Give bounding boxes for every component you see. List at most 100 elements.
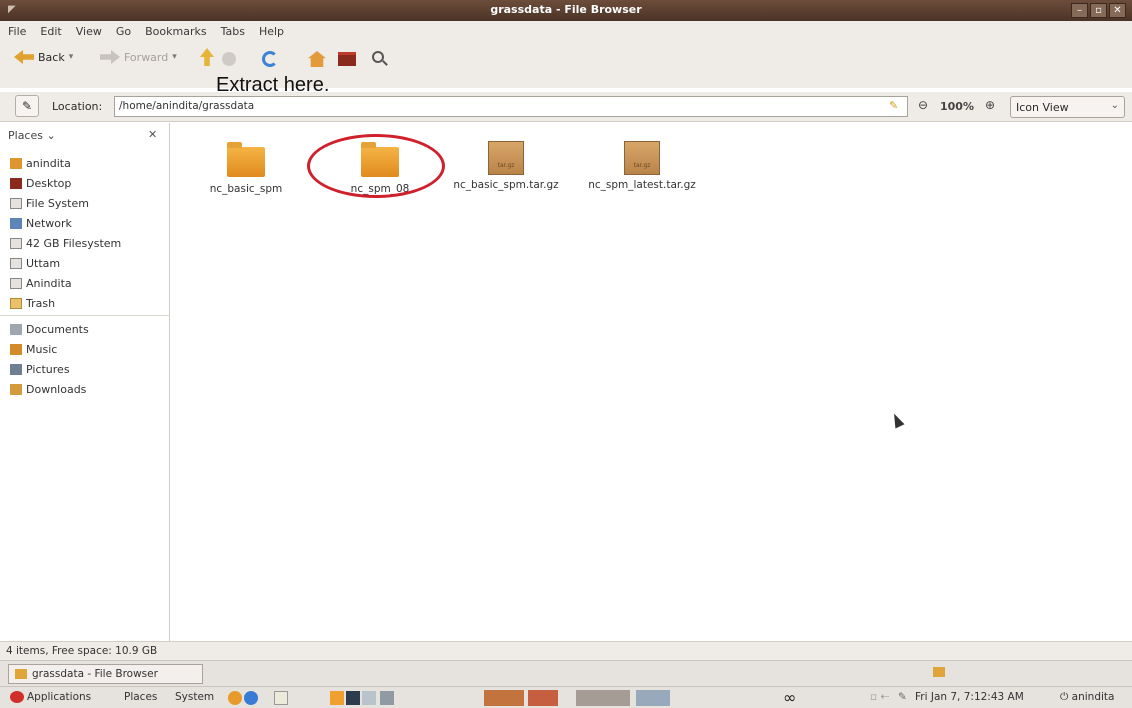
reload-button[interactable]: [262, 51, 278, 67]
launcher-app-1-icon[interactable]: [484, 690, 524, 706]
menu-go[interactable]: Go: [116, 25, 131, 38]
sidebar-divider: [0, 315, 170, 316]
forward-arrow-icon: [100, 50, 120, 64]
back-label: Back: [38, 50, 65, 64]
menu-help[interactable]: Help: [259, 25, 284, 38]
minimize-icon[interactable]: –: [1071, 3, 1088, 18]
chevron-down-icon: ⌄: [1110, 100, 1119, 111]
launcher-app-4-icon[interactable]: [636, 690, 670, 706]
gnome-foot-icon: [10, 691, 24, 703]
home-icon: [308, 51, 326, 67]
zoom-in-icon[interactable]: ⊕: [985, 98, 995, 112]
places-menu[interactable]: Places: [124, 691, 157, 703]
sidebar-item-pictures[interactable]: Pictures: [10, 359, 165, 379]
file-item-archive[interactable]: tar.gz nc_spm_latest.tar.gz: [577, 141, 707, 191]
folder-icon: [227, 142, 265, 177]
drive-icon: [10, 257, 22, 269]
sidebar-item-anindita-drive[interactable]: Anindita: [10, 273, 165, 293]
forward-button[interactable]: Forward ▾: [100, 50, 177, 64]
archive-icon: tar.gz: [624, 141, 660, 175]
terminal-icon[interactable]: [346, 691, 360, 705]
launcher-app-2-icon[interactable]: [528, 690, 558, 706]
maximize-icon[interactable]: ▫: [1090, 3, 1107, 18]
menu-tabs[interactable]: Tabs: [221, 25, 245, 38]
sidebar-item-label: Desktop: [26, 176, 72, 190]
computer-button[interactable]: [338, 52, 356, 66]
sidebar-item-42gb-filesystem[interactable]: 42 GB Filesystem: [10, 233, 165, 253]
menu-bar: File Edit View Go Bookmarks Tabs Help: [0, 21, 1132, 42]
search-icon: [372, 51, 384, 63]
close-sidebar-icon[interactable]: ✕: [148, 128, 157, 141]
clock[interactable]: Fri Jan 7, 7:12:43 AM: [915, 691, 1024, 703]
sidebar-item-music[interactable]: Music: [10, 339, 165, 359]
home-button[interactable]: [308, 51, 326, 67]
up-arrow-icon: [200, 48, 214, 66]
sidebar-item-documents[interactable]: Documents: [10, 319, 165, 339]
zoom-level[interactable]: 100%: [940, 100, 974, 113]
stop-button[interactable]: [222, 52, 236, 66]
notes-icon[interactable]: ✎: [898, 691, 907, 703]
calculator-icon[interactable]: [380, 691, 394, 705]
sidebar-item-label: File System: [26, 196, 89, 210]
menu-bookmarks[interactable]: Bookmarks: [145, 25, 206, 38]
firefox-icon[interactable]: [228, 691, 242, 705]
infinity-icon[interactable]: ∞: [783, 688, 796, 707]
archive-badge: tar.gz: [497, 162, 515, 169]
up-button[interactable]: [200, 48, 214, 66]
file-name: nc_basic_spm.tar.gz: [453, 179, 559, 191]
location-input[interactable]: /home/anindita/grassdata: [114, 96, 908, 117]
menu-view[interactable]: View: [76, 25, 102, 38]
forward-label: Forward: [124, 50, 169, 64]
window-controls: – ▫ ✕: [1071, 3, 1126, 18]
file-manager-icon[interactable]: [330, 691, 344, 705]
music-icon: [10, 343, 22, 355]
file-view: nc_basic_spm nc_spm_08 tar.gz nc_basic_s…: [171, 123, 1132, 641]
user-switcher[interactable]: ⏻ anindita: [1060, 691, 1114, 704]
sidebar-item-uttam[interactable]: Uttam: [10, 253, 165, 273]
sidebar-item-network[interactable]: Network: [10, 213, 165, 233]
toggle-location-button[interactable]: ✎: [15, 95, 39, 117]
places-dropdown[interactable]: Places ⌄: [8, 129, 56, 142]
file-item-archive[interactable]: tar.gz nc_basic_spm.tar.gz: [441, 141, 571, 191]
menu-file[interactable]: File: [8, 25, 26, 38]
location-bar: ✎ Location: /home/anindita/grassdata ✎ ⊖…: [0, 92, 1132, 122]
folder-icon[interactable]: [933, 667, 945, 677]
close-icon[interactable]: ✕: [1109, 3, 1126, 18]
location-label: Location:: [52, 100, 103, 113]
taskbar-window-button[interactable]: grassdata - File Browser: [8, 664, 203, 684]
sidebar-item-file-system[interactable]: File System: [10, 193, 165, 213]
forward-history-dropdown-icon[interactable]: ▾: [172, 52, 177, 62]
back-button[interactable]: Back ▾: [14, 50, 73, 64]
home-folder-icon: [10, 157, 22, 169]
places-header-label: Places: [8, 129, 43, 142]
sidebar-item-label: Network: [26, 216, 72, 230]
view-mode-value: Icon View: [1016, 101, 1069, 114]
sidebar-item-desktop[interactable]: Desktop: [10, 173, 165, 193]
gnome-panel: Applications Places System ∞ ▫ ⇠ ✎ Fri J…: [0, 686, 1132, 708]
clear-location-icon[interactable]: ✎: [889, 99, 898, 112]
sidebar-item-trash[interactable]: Trash: [10, 293, 165, 313]
back-history-dropdown-icon[interactable]: ▾: [69, 52, 74, 62]
system-menu[interactable]: System: [175, 691, 214, 703]
applications-label: Applications: [27, 691, 92, 703]
sidebar-item-label: Music: [26, 342, 58, 356]
network-icon: [10, 217, 22, 229]
network-indicator-icon[interactable]: ▫ ⇠: [870, 691, 889, 703]
menu-edit[interactable]: Edit: [40, 25, 61, 38]
stop-icon: [222, 52, 236, 66]
applications-menu[interactable]: Applications: [10, 691, 91, 703]
text-editor-icon[interactable]: [274, 691, 288, 705]
drive-icon: [10, 237, 22, 249]
desktop-icon: [10, 177, 22, 189]
zoom-out-icon[interactable]: ⊖: [918, 98, 928, 112]
sidebar-item-downloads[interactable]: Downloads: [10, 379, 165, 399]
view-mode-select[interactable]: Icon View ⌄: [1010, 96, 1125, 118]
launcher-app-3-icon[interactable]: [576, 690, 630, 706]
help-icon[interactable]: [244, 691, 258, 705]
file-item-folder[interactable]: nc_basic_spm: [181, 142, 311, 195]
search-button[interactable]: [372, 51, 384, 63]
screenshot-icon[interactable]: [362, 691, 376, 705]
taskbar-window-label: grassdata - File Browser: [32, 668, 158, 680]
sidebar-item-anindita-home[interactable]: anindita: [10, 153, 165, 173]
sidebar-item-label: Documents: [26, 322, 89, 336]
